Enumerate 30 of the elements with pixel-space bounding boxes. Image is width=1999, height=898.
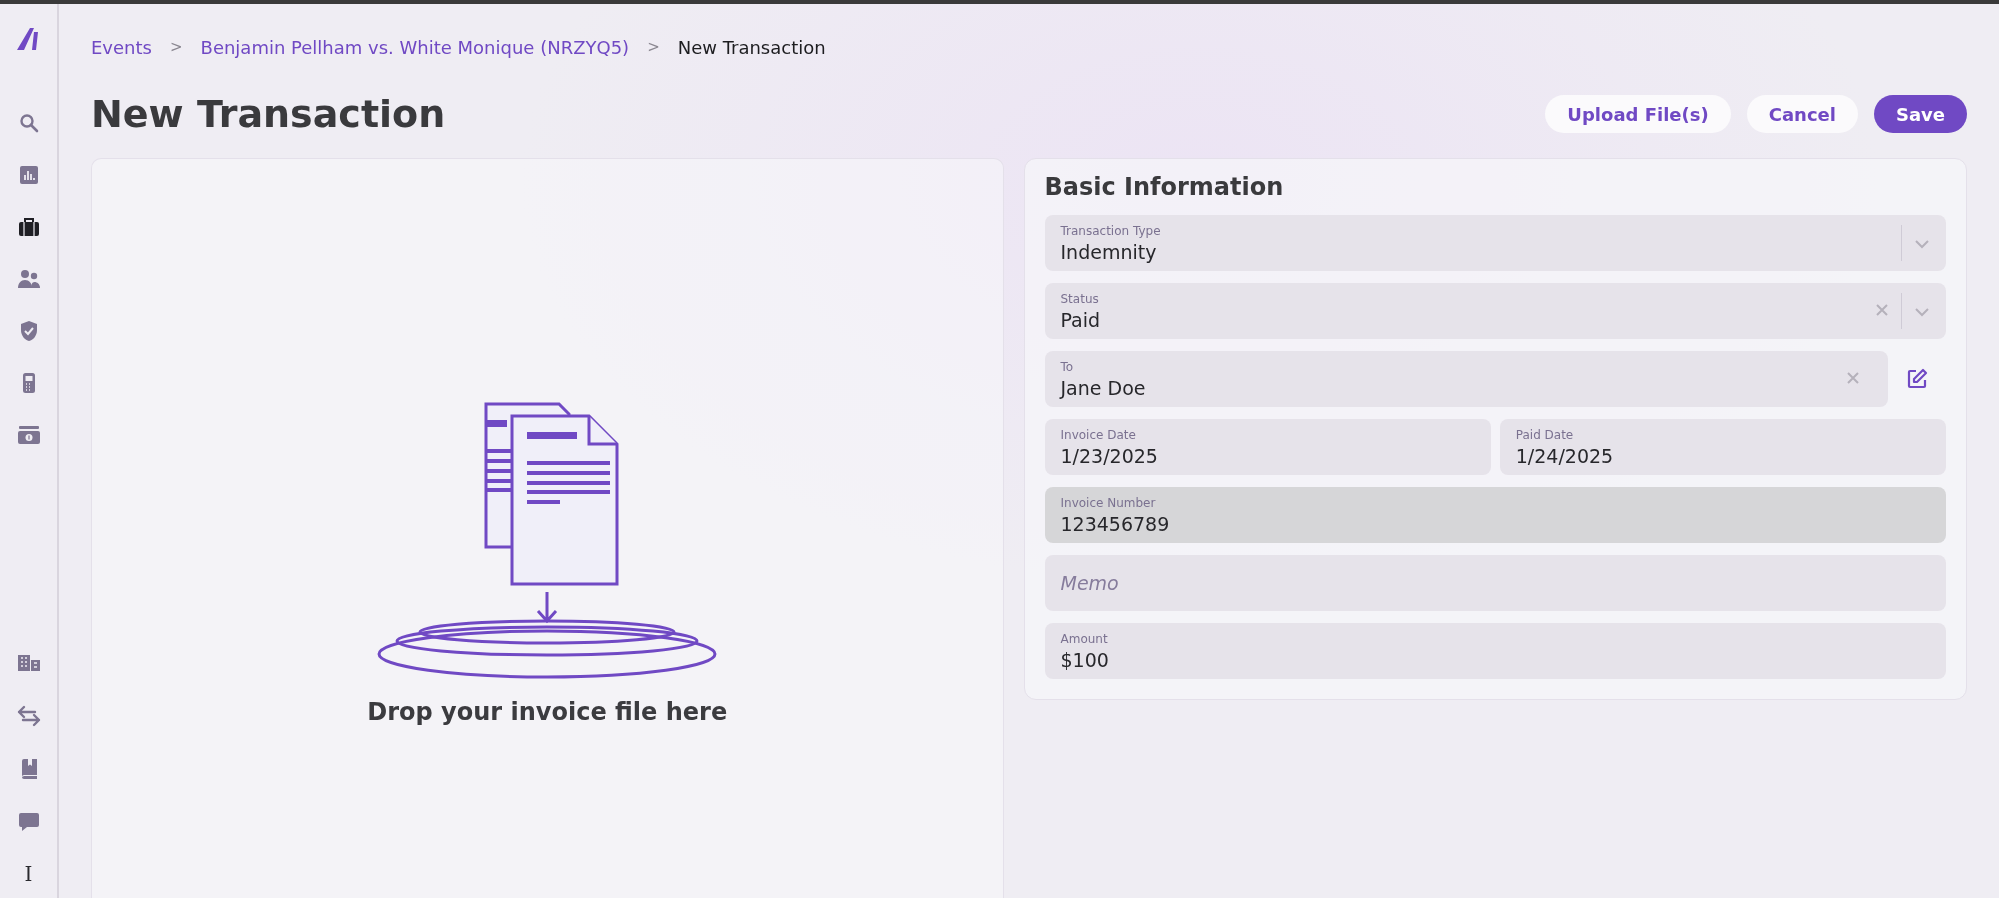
chat-icon[interactable] <box>17 812 40 832</box>
input-field[interactable]: To Jane Doe <box>1044 351 1888 407</box>
dropzone-panel[interactable]: Drop your invoice file here <box>91 158 1004 898</box>
input-field[interactable]: Invoice Date 1/23/2025 <box>1044 419 1491 475</box>
dropzone-text: Drop your invoice file here <box>367 698 728 726</box>
money-icon[interactable] <box>16 425 41 445</box>
bar-chart-icon[interactable] <box>18 165 39 185</box>
section-title: Basic Information <box>1044 173 1285 201</box>
shield-check-icon[interactable] <box>18 320 39 342</box>
select-field[interactable]: Transaction Type Indemnity <box>1044 215 1946 271</box>
input-field[interactable]: Paid Date 1/24/2025 <box>1499 419 1946 475</box>
breadcrumb-current: New Transaction <box>677 36 826 58</box>
search-icon[interactable] <box>18 113 39 133</box>
breadcrumb-link[interactable]: Events <box>91 36 152 58</box>
breadcrumb-separator: > <box>647 38 660 56</box>
edit-icon[interactable] <box>1906 368 1928 390</box>
user-initial[interactable]: I <box>24 862 33 886</box>
book-icon[interactable] <box>19 758 38 780</box>
page-title: New Transaction <box>91 92 446 136</box>
phone-icon[interactable] <box>21 372 36 394</box>
buildings-icon[interactable] <box>16 654 41 672</box>
save-button[interactable]: Save <box>1873 95 1967 133</box>
briefcase-icon[interactable] <box>17 217 40 237</box>
breadcrumb-separator: > <box>169 38 183 56</box>
breadcrumb-link[interactable]: Benjamin Pellham vs. White Monique (NRZYQ5) <box>200 36 630 58</box>
upload-button[interactable]: Upload File(s) <box>1545 95 1731 133</box>
input-field[interactable]: Amount $100 <box>1044 623 1946 679</box>
cancel-button[interactable]: Cancel <box>1746 95 1858 133</box>
swap-arrows-icon[interactable] <box>16 705 41 727</box>
people-icon[interactable] <box>16 269 41 289</box>
